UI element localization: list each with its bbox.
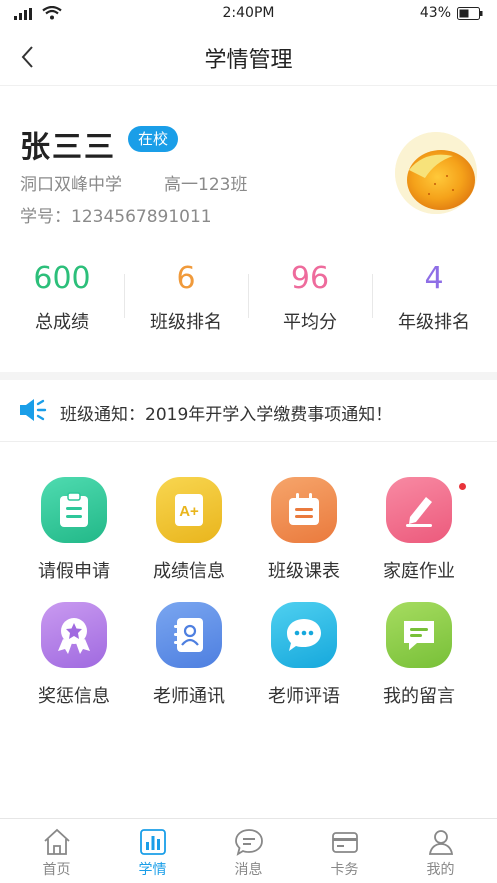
stat-label: 年级排名 [398,312,470,333]
chat-bubble-icon [271,602,337,668]
stat-value: 6 [176,261,196,296]
menu-label: 老师通讯 [153,686,225,707]
user-icon [428,830,454,855]
svg-text:A+: A+ [179,503,199,520]
status-badge: 在校 [128,126,179,152]
home-icon [44,828,70,855]
notice-text: 班级通知：2019年开学入学缴费事项通知！ [60,405,393,425]
menu-label: 我的留言 [383,686,455,707]
stat-value: 4 [424,261,444,296]
nav-bar: 学情管理 [0,28,497,86]
clipboard-icon [41,477,107,543]
tab-card[interactable]: 卡务 [295,819,394,883]
tab-label: 首页 [42,862,71,878]
menu-teacher-contacts[interactable]: 老师通讯 [129,568,249,707]
stat-total-score[interactable]: 600 总成绩 [0,262,124,334]
bar-chart-icon [140,829,166,855]
tab-label: 消息 [234,862,263,878]
menu-grade-info[interactable]: A+ 成绩信息 [129,443,249,582]
tab-label: 卡务 [330,862,359,878]
battery-percent: 43% [419,5,451,21]
contacts-icon [156,602,222,668]
stat-value: 600 [33,261,91,296]
notification-dot [459,483,466,490]
menu-label: 奖惩信息 [38,686,110,707]
card-icon [332,832,358,853]
section-divider [0,372,497,380]
stat-grade-rank[interactable]: 4 年级排名 [372,262,496,334]
mango-avatar-icon [395,132,477,214]
stat-class-rank[interactable]: 6 班级排名 [124,262,248,334]
menu-leave-request[interactable]: 请假申请 [14,443,134,582]
class-notice[interactable]: 班级通知：2019年开学入学缴费事项通知！ [0,380,497,442]
tab-study[interactable]: 学情 [103,819,202,883]
tab-label: 学情 [138,862,167,878]
tab-bar: 首页 学情 消息 卡务 我的 [0,818,497,883]
avatar[interactable] [395,132,477,214]
class-name: 高一123班 [164,175,248,195]
student-id: 学号：1234567891011 [20,207,212,227]
stat-label: 平均分 [283,312,337,333]
tab-home[interactable]: 首页 [7,819,106,883]
menu-rewards-penalties[interactable]: 奖惩信息 [14,568,134,707]
school-name: 洞口双峰中学 [20,175,122,195]
menu-class-schedule[interactable]: 班级课表 [244,443,364,582]
stats-row: 600 总成绩 6 班级排名 96 平均分 4 年级排名 [0,262,497,342]
message-icon [386,602,452,668]
calendar-icon [271,477,337,543]
menu-my-messages[interactable]: 我的留言 [359,568,479,707]
chat-icon [235,829,263,856]
stat-label: 总成绩 [35,312,89,333]
status-bar: 2:40PM 43% [0,0,497,28]
student-name: 张三三 [20,130,116,165]
pencil-icon [386,477,452,543]
stat-value: 96 [290,261,330,296]
stat-label: 班级排名 [150,312,222,333]
stat-average[interactable]: 96 平均分 [248,262,372,334]
page-title: 学情管理 [204,48,293,73]
tab-label: 我的 [426,862,455,878]
battery-icon [457,7,483,20]
award-icon [41,602,107,668]
grade-a-plus-icon: A+ [156,477,222,543]
menu-homework[interactable]: 家庭作业 [359,443,479,582]
speaker-icon [20,399,47,421]
tab-messages[interactable]: 消息 [199,819,298,883]
tab-me[interactable]: 我的 [391,819,490,883]
menu-label: 老师评语 [268,686,340,707]
menu-teacher-comments[interactable]: 老师评语 [244,568,364,707]
student-profile: 张三三 在校 洞口双峰中学 高一123班 学号：1234567891011 60… [0,86,497,372]
